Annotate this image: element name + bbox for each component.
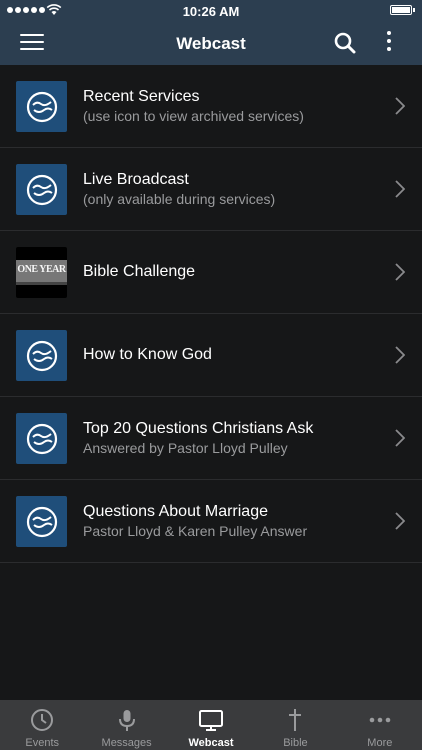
status-bar: 10:26 AM xyxy=(0,0,422,22)
chevron-right-icon xyxy=(395,97,405,115)
list-item-subtitle: Pastor Lloyd & Karen Pulley Answer xyxy=(83,523,308,539)
battery-icon xyxy=(390,5,415,15)
status-time: 10:26 AM xyxy=(182,4,240,19)
more-options-icon[interactable] xyxy=(384,31,394,55)
list-item[interactable]: Recent Services (use icon to view archiv… xyxy=(0,65,422,148)
church-logo-icon xyxy=(16,164,67,215)
chevron-right-icon xyxy=(395,180,405,198)
list-item-subtitle: Answered by Pastor Lloyd Pulley xyxy=(83,440,288,456)
list-item-subtitle: (use icon to view archived services) xyxy=(83,108,304,124)
clock-icon xyxy=(31,709,54,731)
search-icon[interactable] xyxy=(334,32,356,54)
tab-more[interactable]: More xyxy=(338,700,422,750)
list-item[interactable]: Live Broadcast (only available during se… xyxy=(0,148,422,231)
church-logo-icon xyxy=(16,81,67,132)
list-item-title: Top 20 Questions Christians Ask xyxy=(83,420,314,437)
list-item-title: Recent Services xyxy=(83,88,200,105)
tab-label: Messages xyxy=(101,737,152,749)
nav-bar: Webcast xyxy=(0,22,422,65)
tv-icon xyxy=(199,710,224,731)
chevron-right-icon xyxy=(395,429,405,447)
webcast-list: Recent Services (use icon to view archiv… xyxy=(0,65,422,563)
thumbnail-text: ONE YEAR xyxy=(16,260,67,285)
list-item-title: Live Broadcast xyxy=(83,171,189,188)
tab-webcast[interactable]: Webcast xyxy=(169,700,253,750)
list-item-title: Questions About Marriage xyxy=(83,503,268,520)
cross-icon xyxy=(289,709,302,731)
chevron-right-icon xyxy=(395,346,405,364)
church-logo-icon xyxy=(16,496,67,547)
tab-label: Webcast xyxy=(188,737,234,749)
list-item-subtitle: (only available during services) xyxy=(83,191,276,207)
list-item-title: Bible Challenge xyxy=(83,263,196,280)
list-item[interactable]: How to Know God xyxy=(0,314,422,397)
chevron-right-icon xyxy=(395,263,405,281)
church-logo-icon xyxy=(16,413,67,464)
one-year-thumbnail: ONE YEAR xyxy=(16,247,67,298)
list-item[interactable]: ONE YEAR Bible Challenge xyxy=(0,231,422,314)
list-item[interactable]: Questions About Marriage Pastor Lloyd & … xyxy=(0,480,422,563)
page-title: Webcast xyxy=(176,34,246,53)
chevron-right-icon xyxy=(395,512,405,530)
tab-label: Events xyxy=(25,737,60,749)
tab-events[interactable]: Events xyxy=(0,700,84,750)
tab-label: More xyxy=(367,737,393,749)
list-item[interactable]: Top 20 Questions Christians Ask Answered… xyxy=(0,397,422,480)
church-logo-icon xyxy=(16,330,67,381)
tab-bar: Events Messages Webcast Bible More xyxy=(0,700,422,750)
tab-bible[interactable]: Bible xyxy=(253,700,337,750)
list-item-title: How to Know God xyxy=(83,346,212,363)
more-icon xyxy=(369,717,391,723)
tab-messages[interactable]: Messages xyxy=(84,700,168,750)
microphone-icon xyxy=(118,710,135,731)
tab-label: Bible xyxy=(283,737,308,749)
